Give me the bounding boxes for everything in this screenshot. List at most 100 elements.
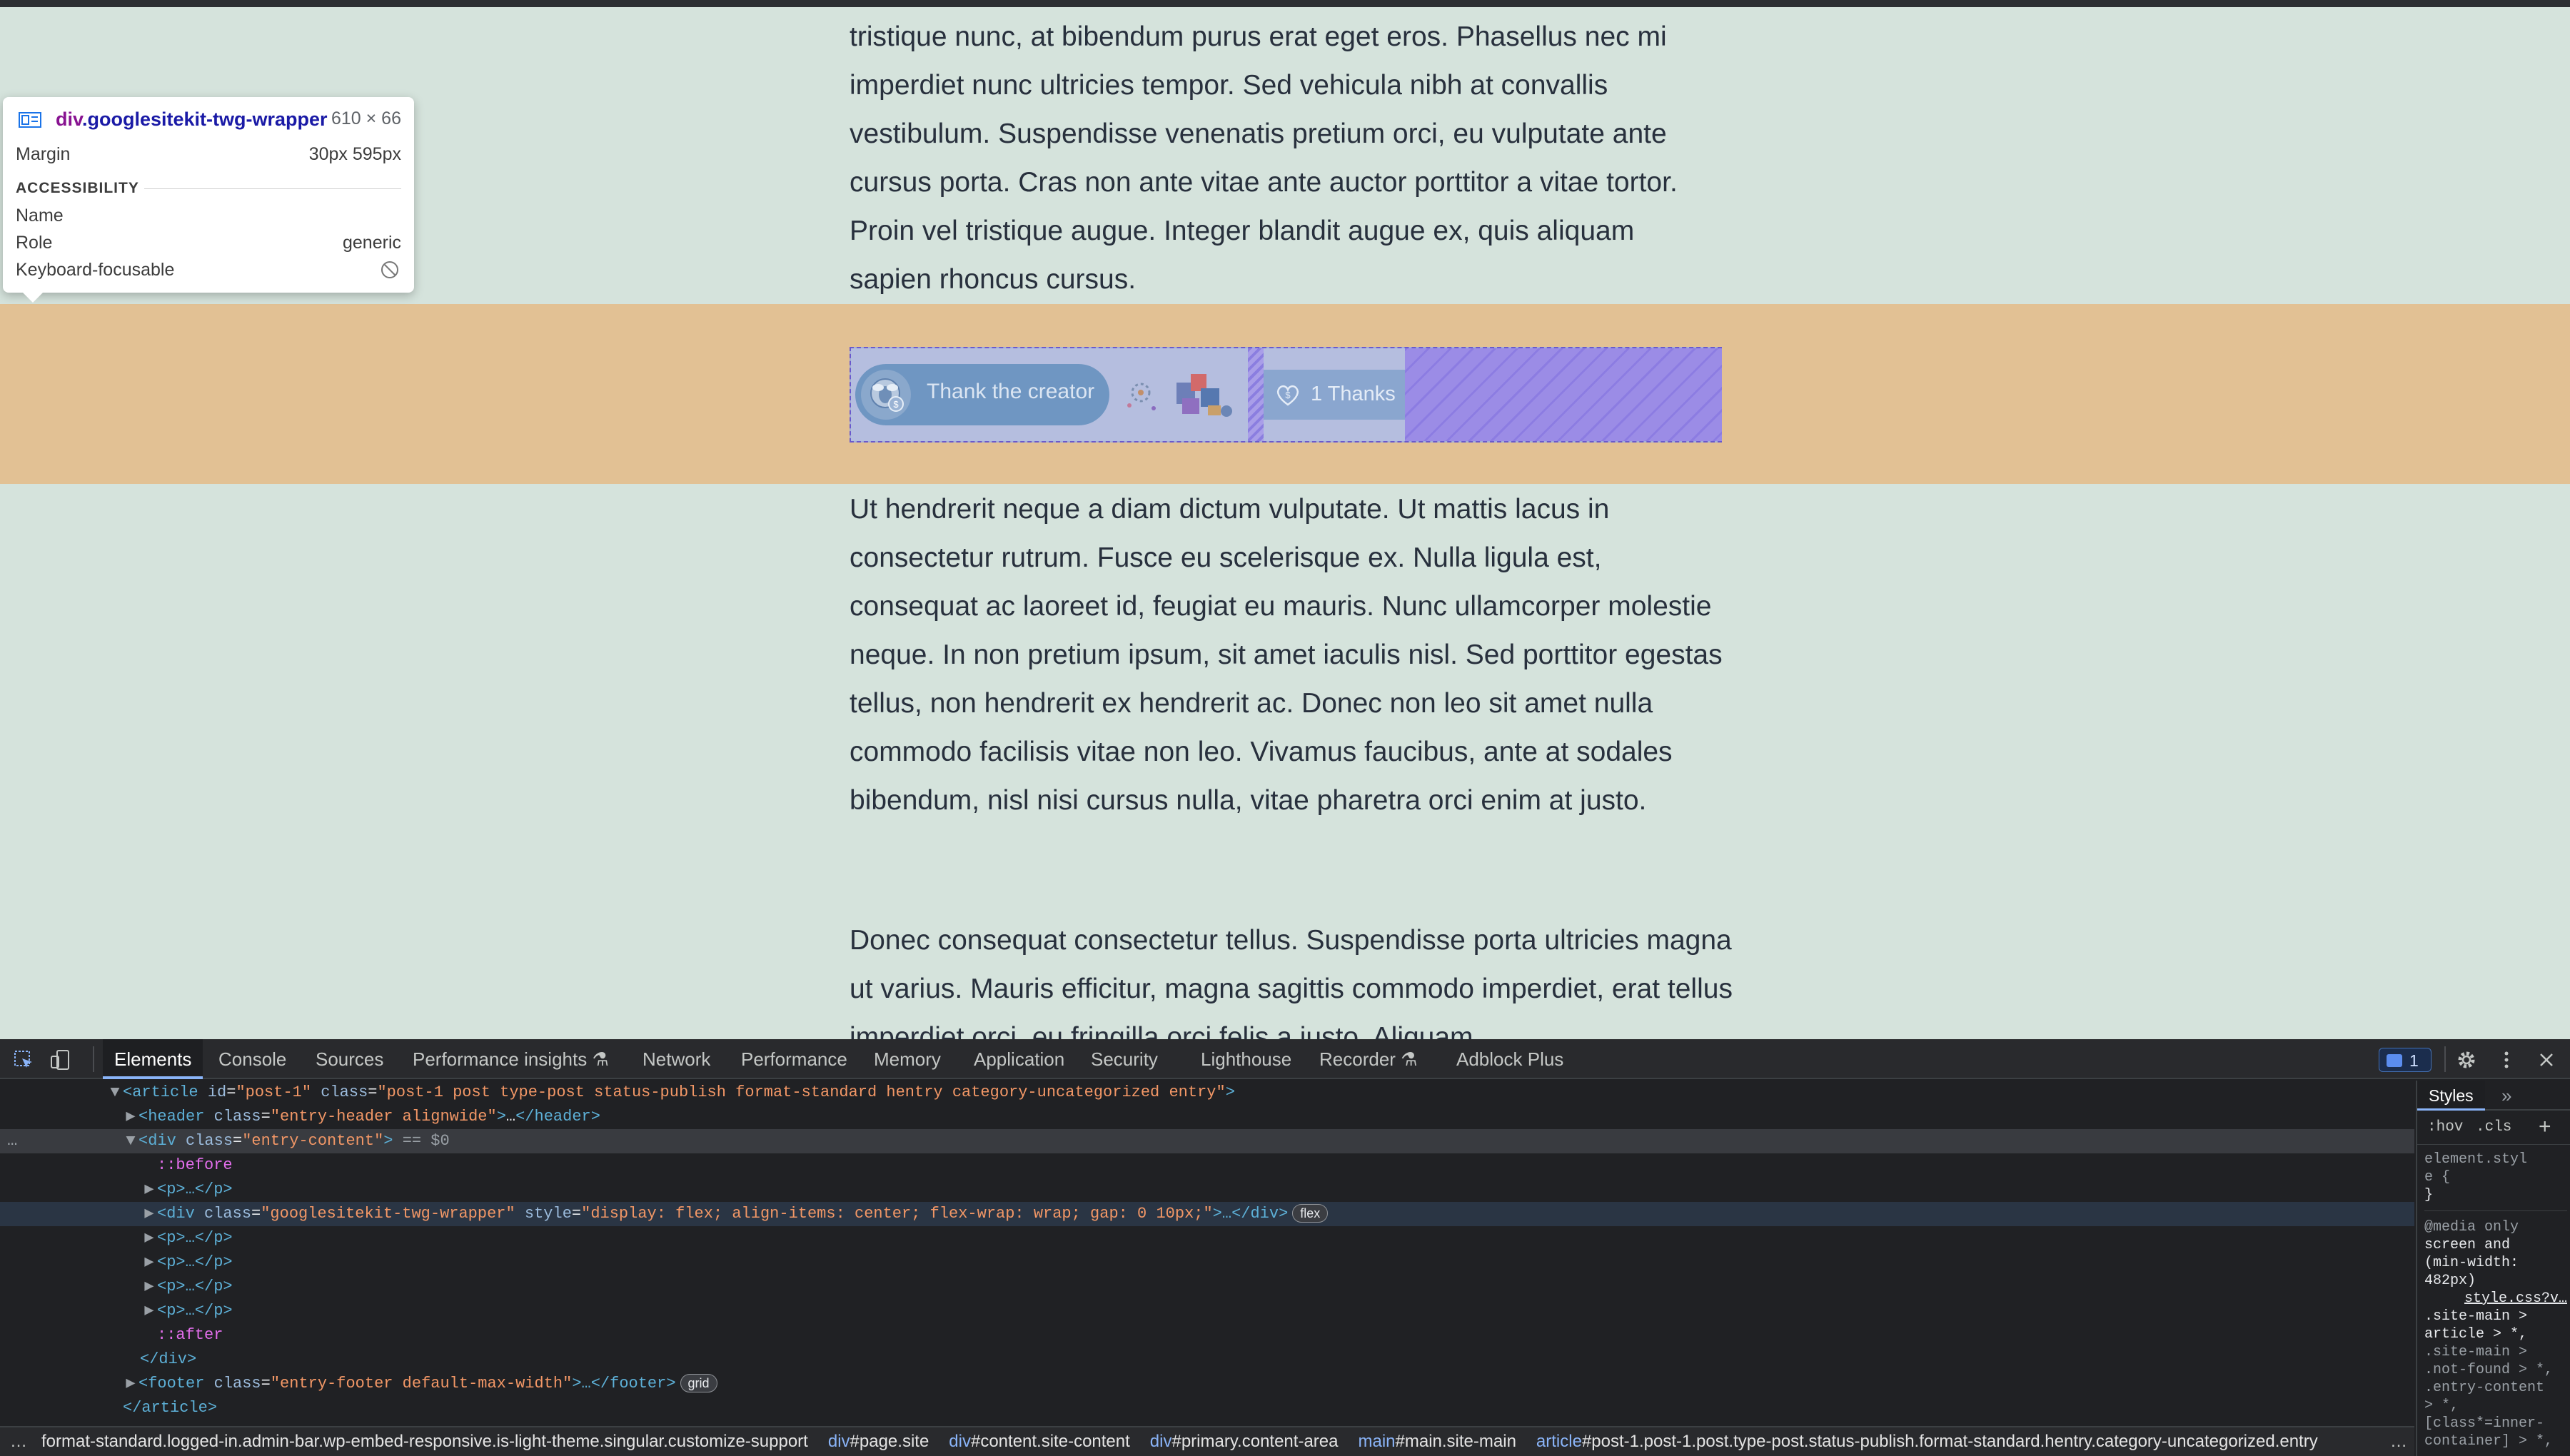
breadcrumb-article[interactable]: article#post-1.post-1.post.type-post.sta… <box>1536 1432 2318 1452</box>
dom-collapsed-p: <p>…</p> <box>157 1181 233 1198</box>
tooltip-margin-value: 30px 595px <box>308 144 401 164</box>
more-tabs-chevron-icon[interactable]: » <box>2501 1085 2511 1107</box>
breadcrumb-tag: article <box>1536 1432 1582 1451</box>
dom-node-p[interactable]: ▶ <p>…</p> <box>0 1250 2414 1275</box>
tab-application[interactable]: Application <box>974 1039 1064 1079</box>
dom-node-before[interactable]: ::before <box>0 1153 2414 1178</box>
tooltip-header: div.googlesitekit-twg-wrapper 610 × 66 <box>16 107 401 133</box>
tab-recorder[interactable]: Recorder ⚗ <box>1319 1039 1417 1079</box>
breadcrumb-overflow-right[interactable]: … <box>2390 1432 2407 1452</box>
tab-performance[interactable]: Performance <box>741 1039 847 1079</box>
decoration-illustration-icon <box>1119 364 1241 425</box>
tab-styles[interactable]: Styles <box>2417 1081 2485 1111</box>
rule-source[interactable]: style.css?v… <box>2424 1290 2567 1308</box>
devtools-toolbar: Elements Console Sources Performance ins… <box>0 1039 2570 1079</box>
dom-attr-value: "entry-header alignwide" <box>270 1108 497 1126</box>
breadcrumb-tag: div <box>949 1432 971 1451</box>
dom-attr-value: "entry-footer default-max-width" <box>270 1375 573 1392</box>
dom-node-p[interactable]: ▶ <p>…</p> <box>0 1275 2414 1299</box>
breadcrumb-tag: div <box>827 1432 850 1451</box>
breadcrumb-main[interactable]: main#main.site-main <box>1358 1432 1516 1452</box>
styles-toolbar: :hov .cls + <box>2417 1112 2570 1145</box>
rule-text: [class*=inner- <box>2424 1415 2545 1432</box>
new-rule-plus-icon[interactable]: + <box>2539 1115 2551 1139</box>
dom-node-p[interactable]: ▶ <p>…</p> <box>0 1226 2414 1250</box>
dom-attr-value: "post-1 post type-post status-publish fo… <box>377 1083 1226 1101</box>
tab-adblock-plus[interactable]: Adblock Plus <box>1456 1039 1563 1079</box>
breadcrumb-overflow-left[interactable]: … <box>10 1432 27 1452</box>
breadcrumb-selector: format-standard.logged-in.admin-bar.wp-e… <box>41 1432 808 1451</box>
collapsed-triangle-icon: ▶ <box>144 1302 154 1320</box>
issue-message-icon <box>2387 1054 2402 1067</box>
dom-node-div-close[interactable]: </div> <box>0 1348 2414 1372</box>
issues-badge[interactable]: 1 <box>2379 1048 2432 1072</box>
breadcrumb-content[interactable]: div#content.site-content <box>949 1432 1130 1452</box>
tooltip-name-row: Name <box>16 206 401 226</box>
breadcrumb-page[interactable]: div#page.site <box>828 1432 929 1452</box>
dom-node-header[interactable]: ▶ <header class="entry-header alignwide">… <box>0 1105 2414 1129</box>
inspect-element-icon[interactable] <box>13 1049 34 1071</box>
tooltip-selector: div.googlesitekit-twg-wrapper <box>56 108 328 131</box>
stylesheet-link[interactable]: style.css?v… <box>2464 1290 2567 1307</box>
tab-sources[interactable]: Sources <box>316 1039 383 1079</box>
tab-security[interactable]: Security <box>1091 1039 1158 1079</box>
breadcrumb-primary[interactable]: div#primary.content-area <box>1150 1432 1339 1452</box>
svg-text:$: $ <box>1285 390 1291 400</box>
dom-breadcrumbs: … format-standard.logged-in.admin-bar.wp… <box>0 1426 2414 1456</box>
tab-console[interactable]: Console <box>218 1039 286 1079</box>
tab-network[interactable]: Network <box>642 1039 710 1079</box>
dom-close-tag: >…</div> <box>1212 1205 1289 1223</box>
collapsed-triangle-icon: ▶ <box>144 1205 154 1223</box>
pseudo-element: ::after <box>157 1326 223 1344</box>
divider <box>2424 1204 2567 1211</box>
selected-node-marker: == $0 <box>402 1132 450 1150</box>
rule-text: > *, <box>2424 1397 2459 1414</box>
dom-attr-name: style <box>524 1205 572 1223</box>
dom-attr-value: "post-1" <box>236 1083 312 1101</box>
rule-text: element.styl <box>2424 1151 2528 1168</box>
rule-text: (min-width: <box>2424 1255 2519 1271</box>
settings-gear-icon[interactable] <box>2456 1049 2477 1071</box>
tab-performance-insights[interactable]: Performance insights ⚗ <box>413 1039 609 1079</box>
class-toggle[interactable]: .cls <box>2476 1119 2511 1136</box>
dom-node-p[interactable]: ▶ <p>…</p> <box>0 1299 2414 1323</box>
flex-badge[interactable]: flex <box>1292 1204 1329 1223</box>
tab-elements[interactable]: Elements <box>103 1039 203 1079</box>
dom-node-article[interactable]: ▼ <article id="post-1" class="post-1 post… <box>0 1081 2414 1105</box>
tab-performance-insights-label: Performance insights <box>413 1048 588 1070</box>
media-at-rule: @media only <box>2424 1219 2519 1235</box>
dom-node-article-close[interactable]: </article> <box>0 1396 2414 1420</box>
styles-tabbar: Styles » <box>2417 1081 2570 1111</box>
device-toolbar-icon[interactable] <box>50 1049 71 1071</box>
thanks-counter[interactable]: $ 1 Thanks <box>1264 370 1405 420</box>
tooltip-role-row: Role generic <box>16 233 401 253</box>
breadcrumb-body[interactable]: format-standard.logged-in.admin-bar.wp-e… <box>41 1432 808 1452</box>
admin-bar-edge <box>0 0 2570 7</box>
collapsed-triangle-icon: ▶ <box>126 1375 136 1392</box>
thanks-count-label: 1 Thanks <box>1311 383 1396 405</box>
dom-node-p[interactable]: ▶ <p>…</p> <box>0 1178 2414 1202</box>
thank-the-creator-button[interactable]: $ Thank the creator <box>855 364 1109 425</box>
node-actions-dots[interactable]: … <box>7 1129 17 1153</box>
dom-attr-value: "entry-content" <box>242 1132 384 1150</box>
dom-node-twg-wrapper[interactable]: ▶ <div class="googlesitekit-twg-wrapper" … <box>0 1202 2414 1226</box>
hover-state-toggle[interactable]: :hov <box>2427 1119 2463 1136</box>
more-options-icon[interactable] <box>2496 1049 2517 1071</box>
rule-text: .site-main > <box>2424 1308 2528 1325</box>
tab-lighthouse[interactable]: Lighthouse <box>1201 1039 1291 1079</box>
grid-badge[interactable]: grid <box>680 1374 717 1393</box>
close-devtools-icon[interactable] <box>2536 1049 2557 1071</box>
dom-tag-name: article <box>132 1083 198 1101</box>
dom-node-footer[interactable]: ▶ <footer class="entry-footer default-max… <box>0 1372 2414 1396</box>
svg-text:$: $ <box>893 399 899 410</box>
devtools-panel: Elements Console Sources Performance ins… <box>0 1039 2570 1456</box>
dom-node-entry-content-selected[interactable]: … ▼ <div class="entry-content"> == $0 <box>0 1129 2414 1153</box>
dom-close-tag: </header> <box>515 1108 600 1126</box>
rule-text: e { <box>2424 1169 2451 1185</box>
dom-close-tag: </div> <box>140 1350 197 1368</box>
accessibility-heading-text: ACCESSIBILITY <box>16 180 139 196</box>
styles-pane: Styles » :hov .cls + element.styl e { } … <box>2416 1081 2570 1456</box>
dom-close-tag: </article> <box>123 1399 218 1417</box>
dom-node-after[interactable]: ::after <box>0 1323 2414 1348</box>
tab-memory[interactable]: Memory <box>874 1039 941 1079</box>
